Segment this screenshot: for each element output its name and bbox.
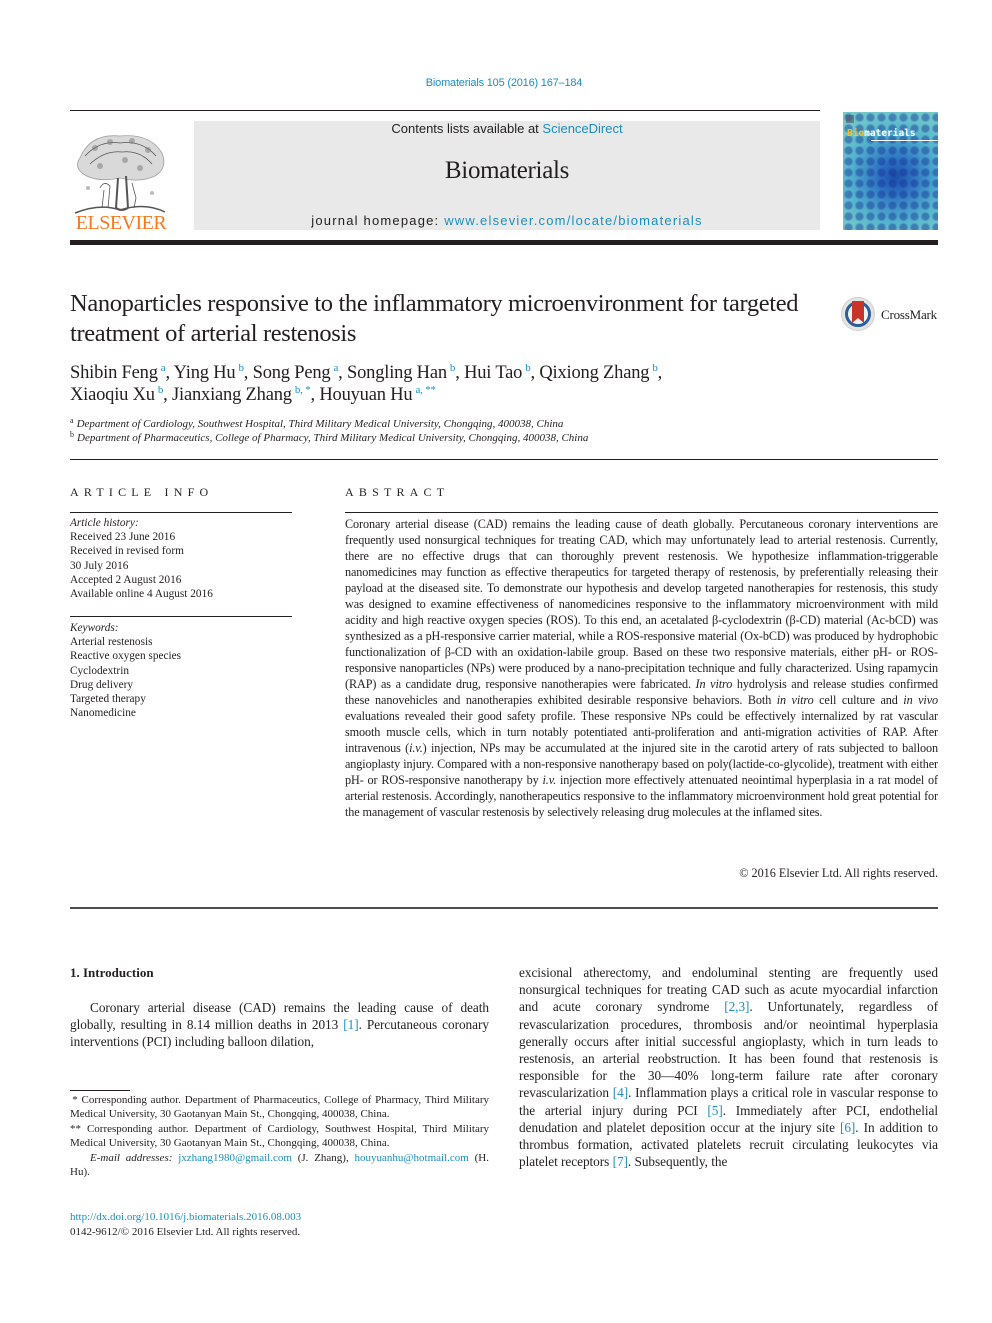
- author[interactable]: Houyuan Hu a, **: [319, 384, 436, 406]
- header-rule: [70, 110, 820, 111]
- author[interactable]: Shibin Feng a: [70, 363, 166, 384]
- homepage-prefix: journal homepage:: [311, 213, 445, 228]
- cover-rule: [871, 140, 938, 141]
- keyword-item: Nanomedicine: [70, 707, 136, 720]
- body-paragraph: excisional atherectomy, and endoluminal …: [519, 965, 938, 1170]
- keyword-item: Cyclodextrin: [70, 664, 129, 677]
- sciencedirect-link[interactable]: ScienceDirect: [542, 121, 622, 136]
- abstract-paragraph: Coronary arterial disease (CAD) remains …: [345, 517, 939, 819]
- crossmark-label: CrossMark: [881, 307, 937, 322]
- author[interactable]: Song Peng a: [253, 363, 339, 384]
- article-history: Article history: Received 23 June 2016 R…: [70, 516, 292, 601]
- introduction-left-column: Coronary arterial disease (CAD) remains …: [70, 999, 489, 1051]
- issn-copyright: 0142-9612/© 2016 Elsevier Ltd. All right…: [70, 1226, 301, 1238]
- author-list: Shibin Feng a, Ying Hu b, Song Peng a, Song…: [70, 362, 663, 406]
- reference-link[interactable]: [7]: [613, 1154, 628, 1169]
- keyword-item: Reactive oxygen species: [70, 650, 182, 663]
- author[interactable]: Qixiong Zhang b: [539, 363, 657, 384]
- elsevier-wordmark: ELSEVIER: [75, 212, 167, 234]
- body-paragraph: Coronary arterial disease (CAD) remains …: [70, 1000, 489, 1050]
- cover-elsevier-badge-icon: [846, 115, 854, 123]
- author[interactable]: Songling Han b: [347, 363, 455, 384]
- author[interactable]: Jianxiang Zhang b, *: [172, 384, 311, 406]
- introduction-heading: 1. Introduction: [70, 965, 154, 980]
- footnotes: * Corresponding author. Department of Ph…: [70, 1093, 489, 1179]
- abstract-copyright: © 2016 Elsevier Ltd. All rights reserved…: [739, 866, 938, 880]
- reference-link[interactable]: [6]: [840, 1120, 855, 1135]
- cover-title: Biomaterials: [847, 128, 916, 139]
- masthead-thick-rule: [70, 240, 938, 245]
- email-link[interactable]: jxzhang1980@gmail.com: [178, 1152, 292, 1164]
- reference-link[interactable]: [1]: [343, 1017, 358, 1032]
- keyword-item: Targeted therapy: [70, 693, 146, 706]
- contents-line: Contents lists available at ScienceDirec…: [194, 121, 820, 136]
- journal-masthead: Contents lists available at ScienceDirec…: [194, 121, 820, 230]
- journal-citation[interactable]: Biomaterials 105 (2016) 167–184: [0, 77, 992, 89]
- author[interactable]: Xiaoqiu Xu b: [70, 385, 163, 406]
- author-affiliation-link[interactable]: a, **: [415, 384, 436, 396]
- journal-cover-image: Biomaterials: [843, 112, 938, 230]
- history-item: 30 July 2016: [70, 559, 129, 572]
- affiliation-b: b Department of Pharmaceutics, College of…: [70, 430, 589, 444]
- keywords-label: Keywords:: [70, 622, 119, 634]
- introduction-right-column: excisional atherectomy, and endoluminal …: [519, 964, 938, 1170]
- footnote-rule: [70, 1090, 130, 1091]
- keyword-item: Arterial restenosis: [70, 636, 153, 649]
- footnote-corresponding-1: * Corresponding author. Department of Ph…: [70, 1094, 489, 1121]
- article-title: Nanoparticles responsive to the inflamma…: [70, 290, 799, 347]
- article-info-rule: [70, 512, 292, 513]
- abstract-body: Coronary arterial disease (CAD) remains …: [345, 516, 938, 820]
- affiliation-rule: [70, 459, 938, 460]
- keywords-rule: [70, 616, 292, 617]
- front-matter-rule: [70, 907, 938, 909]
- doi-link[interactable]: http://dx.doi.org/10.1016/j.biomaterials…: [70, 1211, 301, 1223]
- abstract-rule: [345, 512, 938, 513]
- reference-link[interactable]: [2,3]: [724, 999, 749, 1014]
- article-history-label: Article history:: [70, 517, 139, 529]
- article-info-heading: ARTICLE INFO: [70, 485, 214, 499]
- contents-prefix: Contents lists available at: [391, 121, 543, 136]
- author-affiliation-link[interactable]: b, *: [295, 384, 311, 396]
- author[interactable]: Hui Tao b: [464, 363, 531, 384]
- footnote-emails: E-mail addresses: jxzhang1980@gmail.com …: [70, 1151, 490, 1179]
- homepage-line: journal homepage: www.elsevier.com/locat…: [194, 213, 820, 228]
- keyword-item: Drug delivery: [70, 678, 134, 691]
- crossmark-button[interactable]: CrossMark: [841, 297, 941, 333]
- abstract-heading: ABSTRACT: [345, 485, 450, 499]
- journal-homepage-link[interactable]: www.elsevier.com/locate/biomaterials: [444, 213, 703, 228]
- author[interactable]: Ying Hu b: [174, 363, 244, 384]
- reference-link[interactable]: [5]: [707, 1103, 722, 1118]
- history-item: Received in revised form: [70, 545, 184, 558]
- history-item: Received 23 June 2016: [70, 531, 176, 544]
- reference-link[interactable]: [4]: [613, 1085, 628, 1100]
- keywords: Keywords: Arterial restenosis Reactive o…: [70, 621, 292, 720]
- affiliation-a: a Department of Cardiology, Southwest Hos…: [70, 416, 564, 430]
- footnote-corresponding-2: ** Corresponding author. Department of C…: [70, 1122, 489, 1150]
- history-item: Accepted 2 August 2016: [70, 573, 182, 586]
- email-link[interactable]: houyuanhu@hotmail.com: [355, 1152, 469, 1164]
- history-item: Available online 4 August 2016: [70, 588, 213, 601]
- journal-name: Biomaterials: [444, 157, 570, 184]
